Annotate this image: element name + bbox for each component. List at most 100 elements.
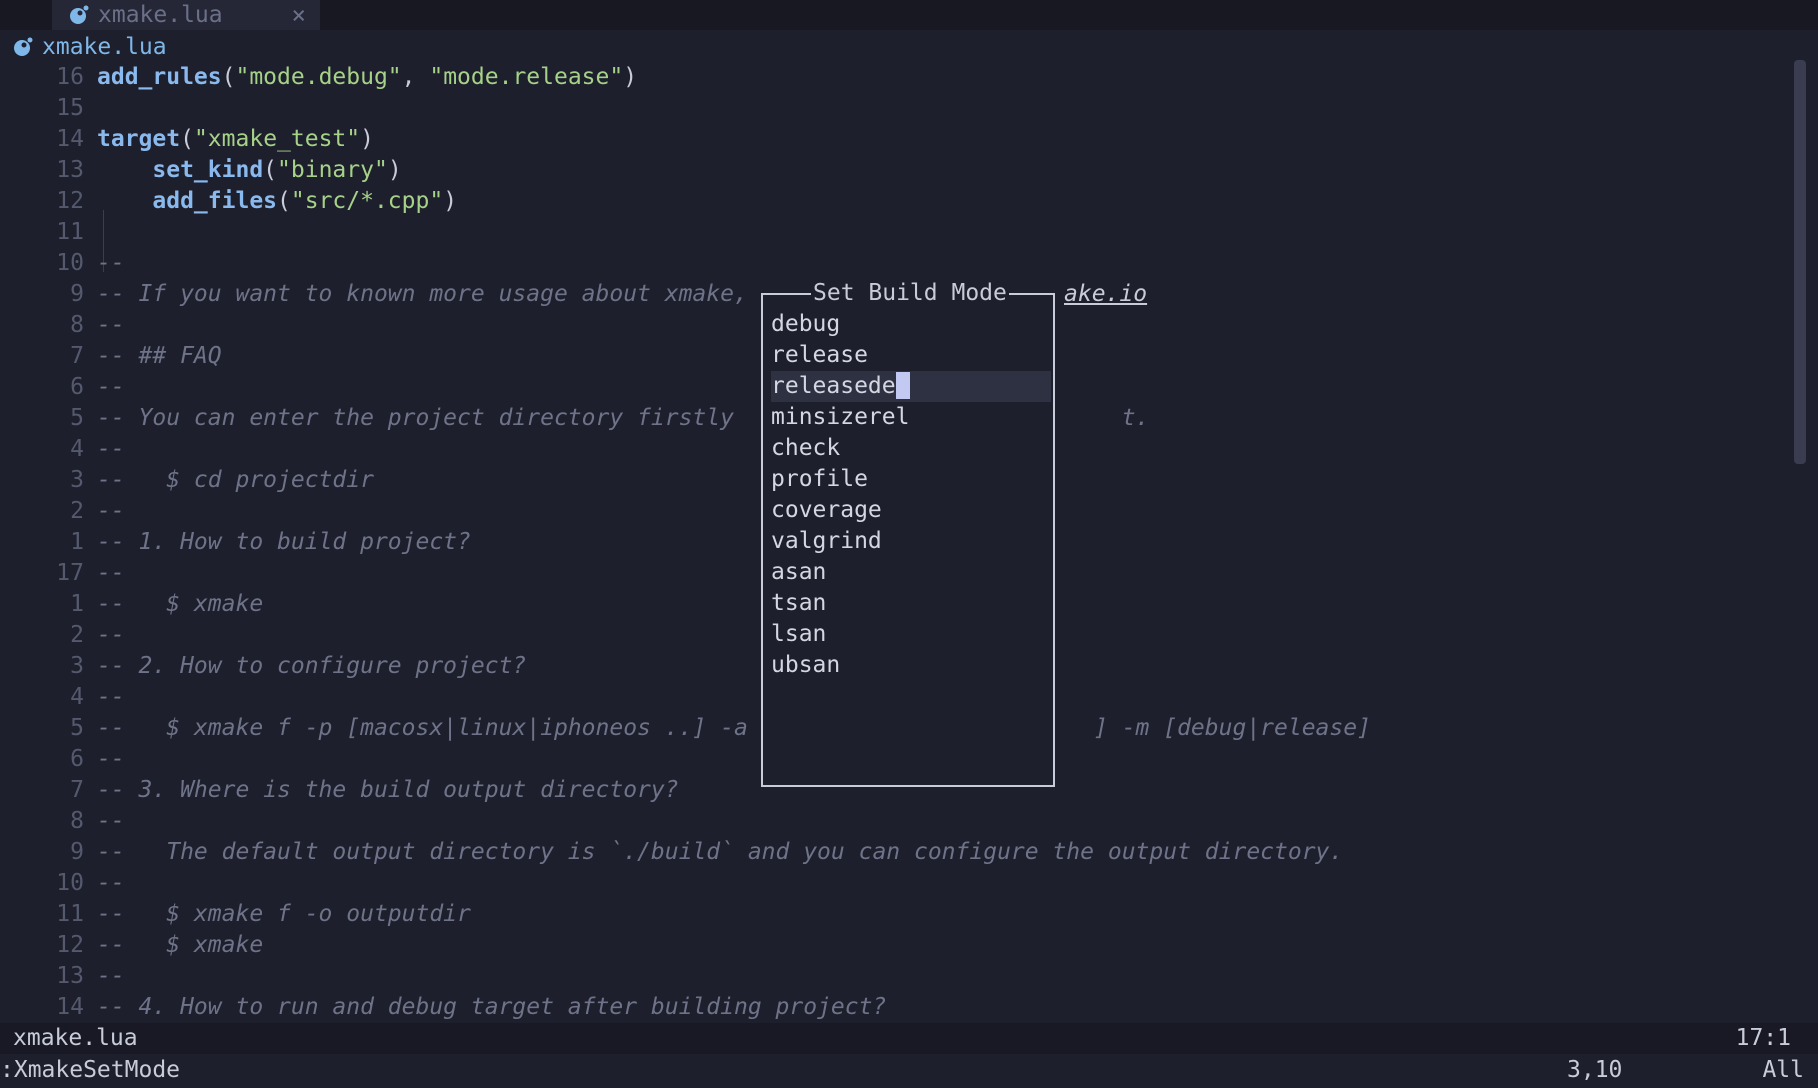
line-code: -- $ xmake f -p [macosx|linux|iphoneos .…: [97, 713, 1371, 744]
lua-file-icon: [14, 37, 33, 56]
code-line[interactable]: 11 -- $ xmake f -o outputdir: [0, 899, 1780, 930]
code-line[interactable]: 12 add_files("src/*.cpp"): [0, 186, 1780, 217]
option-label: profile: [771, 466, 868, 492]
tab-title: xmake.lua: [98, 2, 223, 28]
tab-xmake-lua[interactable]: xmake.lua ×: [52, 0, 320, 30]
option-item[interactable]: check: [771, 433, 1051, 464]
code-token: -- $ xmake: [97, 591, 264, 617]
line-code: -- If you want to known more usage about…: [97, 279, 748, 310]
line-code: --: [97, 496, 125, 527]
code-token: --: [97, 684, 125, 710]
code-token: "binary": [277, 157, 388, 183]
option-input-selected[interactable]: releasede: [771, 371, 1051, 402]
code-line[interactable]: 10 --: [0, 248, 1780, 279]
code-token: --: [97, 808, 125, 834]
comment-link[interactable]: ake.io: [1064, 279, 1147, 310]
option-item[interactable]: asan: [771, 557, 1051, 588]
line-code: -- 4. How to run and debug target after …: [97, 992, 886, 1023]
option-item[interactable]: ubsan: [771, 650, 1051, 681]
close-icon[interactable]: ×: [292, 1, 306, 29]
option-item[interactable]: lsan: [771, 619, 1051, 650]
code-token: add_rules: [97, 64, 222, 90]
line-code: -- 3. Where is the build output director…: [97, 775, 679, 806]
option-item[interactable]: coverage: [771, 495, 1051, 526]
code-token: --: [97, 622, 125, 648]
line-number: 3: [70, 467, 84, 493]
scrollbar[interactable]: [1794, 60, 1806, 464]
line-number: 11: [56, 901, 84, 927]
line-code: -- $ xmake: [97, 589, 263, 620]
line-number: 7: [70, 343, 84, 369]
line-number: 15: [56, 95, 84, 121]
code-line[interactable]: 10 --: [0, 868, 1780, 899]
line-number: 8: [70, 808, 84, 834]
line-number: 9: [70, 839, 84, 865]
line-number: 3: [70, 653, 84, 679]
line-number: 14: [56, 994, 84, 1020]
code-line[interactable]: 8 --: [0, 806, 1780, 837]
code-line[interactable]: 12 -- $ xmake: [0, 930, 1780, 961]
line-number: 2: [70, 622, 84, 648]
code-token: set_kind: [152, 157, 264, 183]
code-token: --: [97, 963, 125, 989]
code-line[interactable]: 16 add_rules("mode.debug", "mode.release"…: [0, 62, 1780, 93]
code-token: ): [623, 64, 638, 90]
option-label: asan: [771, 559, 827, 585]
code-line[interactable]: 13 --: [0, 961, 1780, 992]
code-token: -- If you want to known more usage about…: [97, 281, 748, 307]
code-token: -- $ xmake f -p [macosx|linux|iphoneos .…: [97, 715, 1371, 741]
option-item[interactable]: debug: [771, 309, 1051, 340]
code-token: (: [221, 64, 236, 90]
option-label: debug: [771, 311, 841, 337]
code-line[interactable]: 15: [0, 93, 1780, 124]
option-label: ubsan: [771, 652, 841, 678]
code-token: (: [180, 126, 194, 152]
line-number: 16: [56, 64, 84, 90]
cursor-position: 3,10: [1567, 1057, 1623, 1083]
line-number: 13: [56, 963, 84, 989]
code-token: --: [97, 498, 125, 524]
line-code: -- $ xmake: [97, 930, 263, 961]
code-token: -- $ xmake f -o outputdir: [97, 901, 471, 927]
popup-title: Set Build Mode: [811, 278, 1009, 308]
command-text: :XmakeSetMode: [0, 1057, 181, 1083]
code-line[interactable]: 11: [0, 217, 1780, 248]
option-item[interactable]: minsizerel: [771, 402, 1051, 433]
line-number: 5: [70, 405, 84, 431]
tabline: xmake.lua ×: [0, 0, 1818, 30]
code-line[interactable]: 14 -- 4. How to run and debug target afte…: [0, 992, 1780, 1023]
code-token: "mode.release": [429, 64, 624, 90]
code-token: --: [97, 312, 125, 338]
option-item[interactable]: tsan: [771, 588, 1051, 619]
line-code: -- ## FAQ: [97, 341, 222, 372]
code-token: ): [443, 188, 458, 214]
line-number: 10: [56, 870, 84, 896]
command-line[interactable]: :XmakeSetMode 3,10 All: [0, 1054, 1818, 1088]
statusline-filename: xmake.lua: [13, 1025, 138, 1051]
line-code: --: [97, 806, 125, 837]
code-token: -- 4. How to run and debug target after …: [97, 994, 887, 1020]
code-line[interactable]: 9 -- The default output directory is `./b…: [0, 837, 1780, 868]
code-token: target: [97, 126, 181, 152]
option-item[interactable]: profile: [771, 464, 1051, 495]
line-number: 5: [70, 715, 84, 741]
option-item[interactable]: release: [771, 340, 1051, 371]
line-code: --: [97, 961, 125, 992]
line-code: --: [97, 620, 125, 651]
winbar: xmake.lua: [0, 32, 167, 62]
line-number: 17: [56, 560, 84, 586]
line-code: --: [97, 558, 125, 589]
line-number: 2: [70, 498, 84, 524]
line-code: --: [97, 868, 125, 899]
code-token: --: [97, 560, 125, 586]
code-line[interactable]: 14 target("xmake_test"): [0, 124, 1780, 155]
option-label: check: [771, 435, 841, 461]
option-label: coverage: [771, 497, 882, 523]
option-item[interactable]: valgrind: [771, 526, 1051, 557]
winbar-title: xmake.lua: [42, 34, 167, 60]
code-token: "mode.debug": [235, 64, 402, 90]
code-token: -- The default output directory is `./bu…: [97, 839, 1344, 865]
code-line[interactable]: 13 set_kind("binary"): [0, 155, 1780, 186]
line-code: --: [97, 310, 125, 341]
